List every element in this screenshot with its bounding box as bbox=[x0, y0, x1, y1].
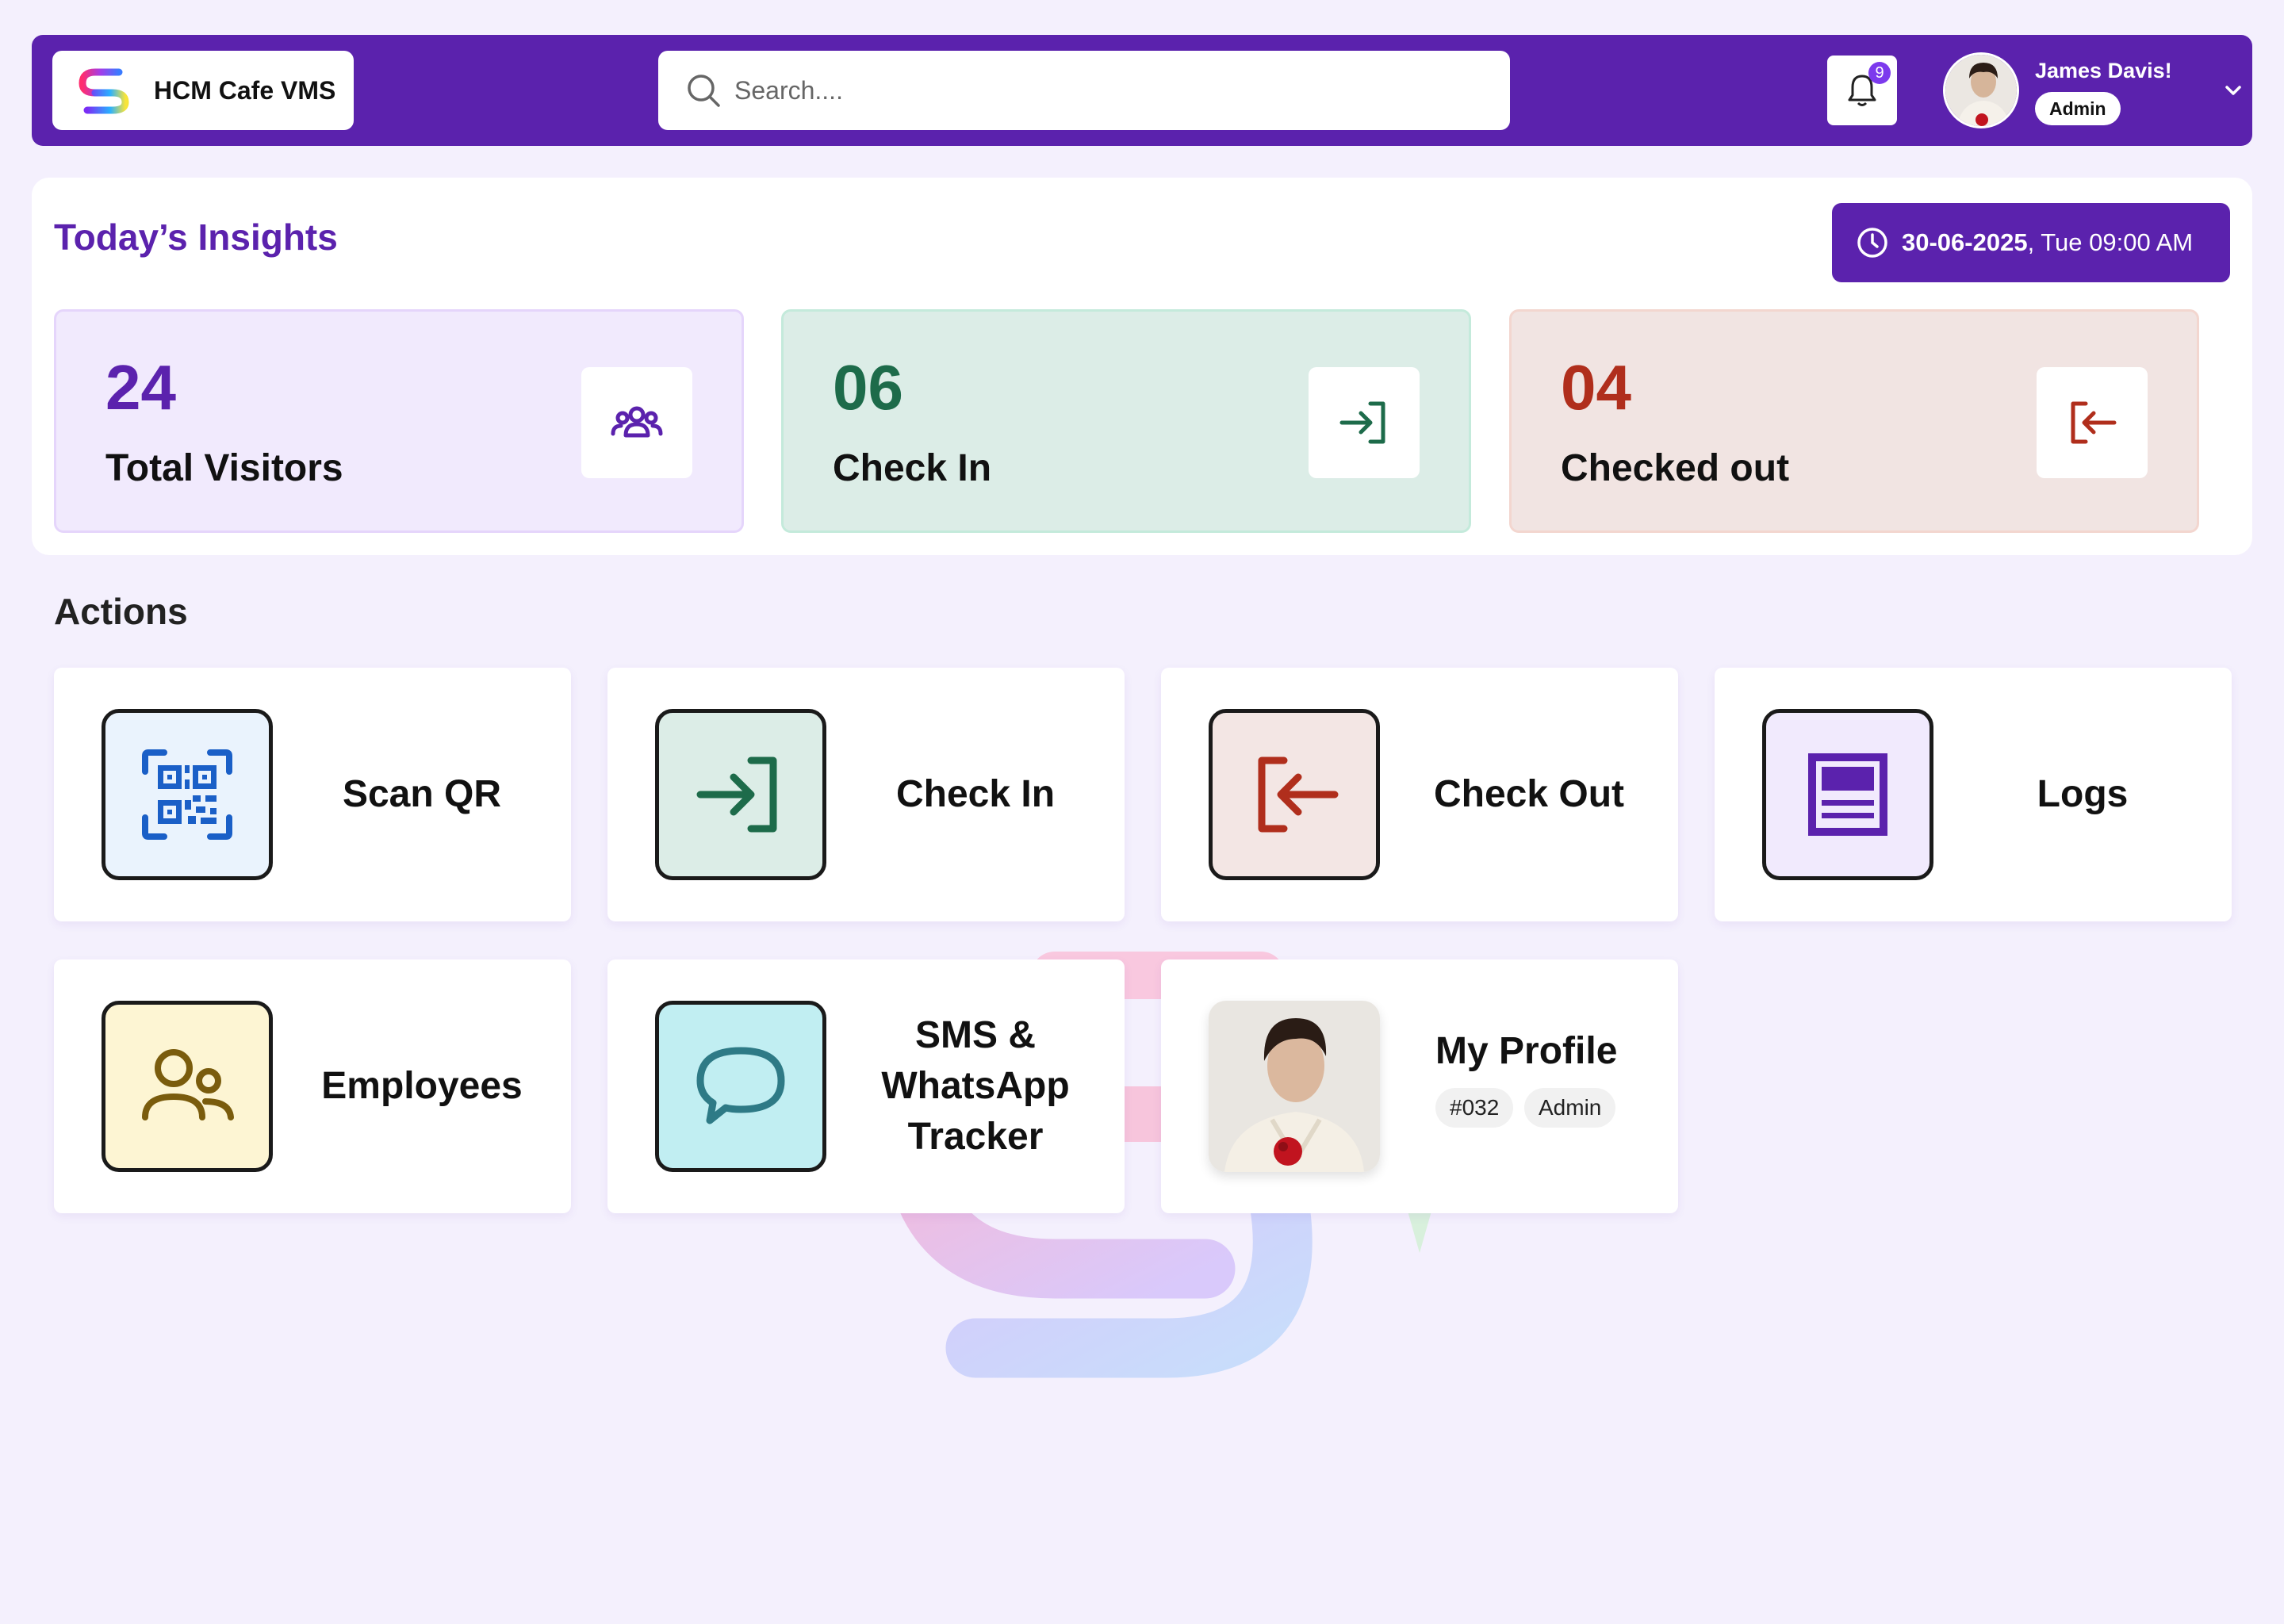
login-icon bbox=[1339, 401, 1385, 444]
stat-total-visitors: 24 Total Visitors bbox=[54, 309, 744, 533]
current-time: , Tue 09:00 AM bbox=[2027, 228, 2194, 256]
action-logs[interactable]: Logs bbox=[1715, 668, 2232, 921]
user-name: James Davis! bbox=[2035, 59, 2172, 82]
action-label: Employees bbox=[321, 1065, 523, 1107]
action-label: Logs bbox=[2037, 773, 2129, 815]
logout-icon bbox=[2071, 401, 2117, 444]
insights-panel: Today’s Insights 30-06-2025, Tue 09:00 A… bbox=[32, 178, 2252, 555]
stat-value: 06 bbox=[833, 352, 903, 423]
action-check-out[interactable]: Check Out bbox=[1161, 668, 1678, 921]
action-sms-whatsapp-tracker[interactable]: SMS & WhatsApp Tracker bbox=[607, 959, 1125, 1213]
search-box[interactable] bbox=[658, 51, 1510, 130]
action-icon-tile bbox=[102, 709, 273, 880]
action-label: Scan QR bbox=[342, 773, 502, 815]
profile-name: My Profile bbox=[1435, 1030, 1618, 1072]
chat-bubble-icon bbox=[696, 1047, 785, 1124]
stat-icon-box bbox=[1309, 367, 1420, 478]
stat-icon-box bbox=[581, 367, 692, 478]
logout-icon bbox=[1258, 756, 1339, 833]
action-label: SMS & WhatsApp Tracker bbox=[881, 1014, 1070, 1158]
action-icon-tile bbox=[655, 1001, 826, 1172]
stat-label: Total Visitors bbox=[105, 447, 343, 489]
search-input[interactable] bbox=[734, 75, 1448, 105]
action-label: Check In bbox=[895, 773, 1056, 815]
action-icon-tile bbox=[1762, 709, 1933, 880]
top-navigation-bar: HCM Cafe VMS 9 James Davis! Admin bbox=[32, 35, 2252, 146]
stat-value: 24 bbox=[105, 352, 176, 423]
action-label: Check Out bbox=[1433, 773, 1625, 815]
notification-count-badge: 9 bbox=[1868, 62, 1891, 84]
action-icon-tile bbox=[1209, 709, 1380, 880]
stat-label: Checked out bbox=[1561, 447, 1790, 489]
user-role-badge: Admin bbox=[2035, 92, 2121, 125]
action-scan-qr[interactable]: Scan QR bbox=[54, 668, 571, 921]
stat-check-in: 06 Check In bbox=[781, 309, 1471, 533]
notifications-button[interactable]: 9 bbox=[1827, 56, 1897, 125]
app-name: HCM Cafe VMS bbox=[154, 75, 336, 105]
employees-icon bbox=[142, 1049, 234, 1120]
actions-title: Actions bbox=[54, 591, 188, 632]
action-check-in[interactable]: Check In bbox=[607, 668, 1125, 921]
action-my-profile[interactable]: My Profile #032 Admin bbox=[1161, 959, 1678, 1213]
login-icon bbox=[696, 756, 777, 833]
clock-icon bbox=[1857, 228, 1887, 258]
action-icon-tile bbox=[655, 709, 826, 880]
stat-label: Check In bbox=[833, 447, 992, 489]
profile-id-tag: #032 bbox=[1435, 1088, 1514, 1128]
app-logo-icon bbox=[79, 68, 129, 114]
stat-value: 04 bbox=[1561, 352, 1631, 423]
user-avatar-photo bbox=[1945, 55, 2017, 126]
current-date: 30-06-2025 bbox=[1902, 228, 2028, 256]
action-icon-tile bbox=[102, 1001, 273, 1172]
chevron-down-icon[interactable] bbox=[2219, 76, 2248, 105]
qr-code-icon bbox=[142, 749, 232, 840]
action-employees[interactable]: Employees bbox=[54, 959, 571, 1213]
logs-document-icon bbox=[1808, 753, 1887, 836]
brand-logo-box[interactable]: HCM Cafe VMS bbox=[52, 51, 354, 130]
search-icon bbox=[688, 75, 720, 107]
users-group-icon bbox=[611, 406, 663, 438]
profile-photo-image bbox=[1209, 1001, 1380, 1172]
stat-checked-out: 04 Checked out bbox=[1509, 309, 2199, 533]
profile-photo bbox=[1209, 1001, 1380, 1172]
profile-role-tag: Admin bbox=[1524, 1088, 1616, 1128]
insights-title: Today’s Insights bbox=[54, 216, 338, 258]
stat-icon-box bbox=[2037, 367, 2148, 478]
user-avatar[interactable] bbox=[1943, 52, 2019, 128]
date-time-button[interactable]: 30-06-2025, Tue 09:00 AM bbox=[1832, 203, 2230, 282]
